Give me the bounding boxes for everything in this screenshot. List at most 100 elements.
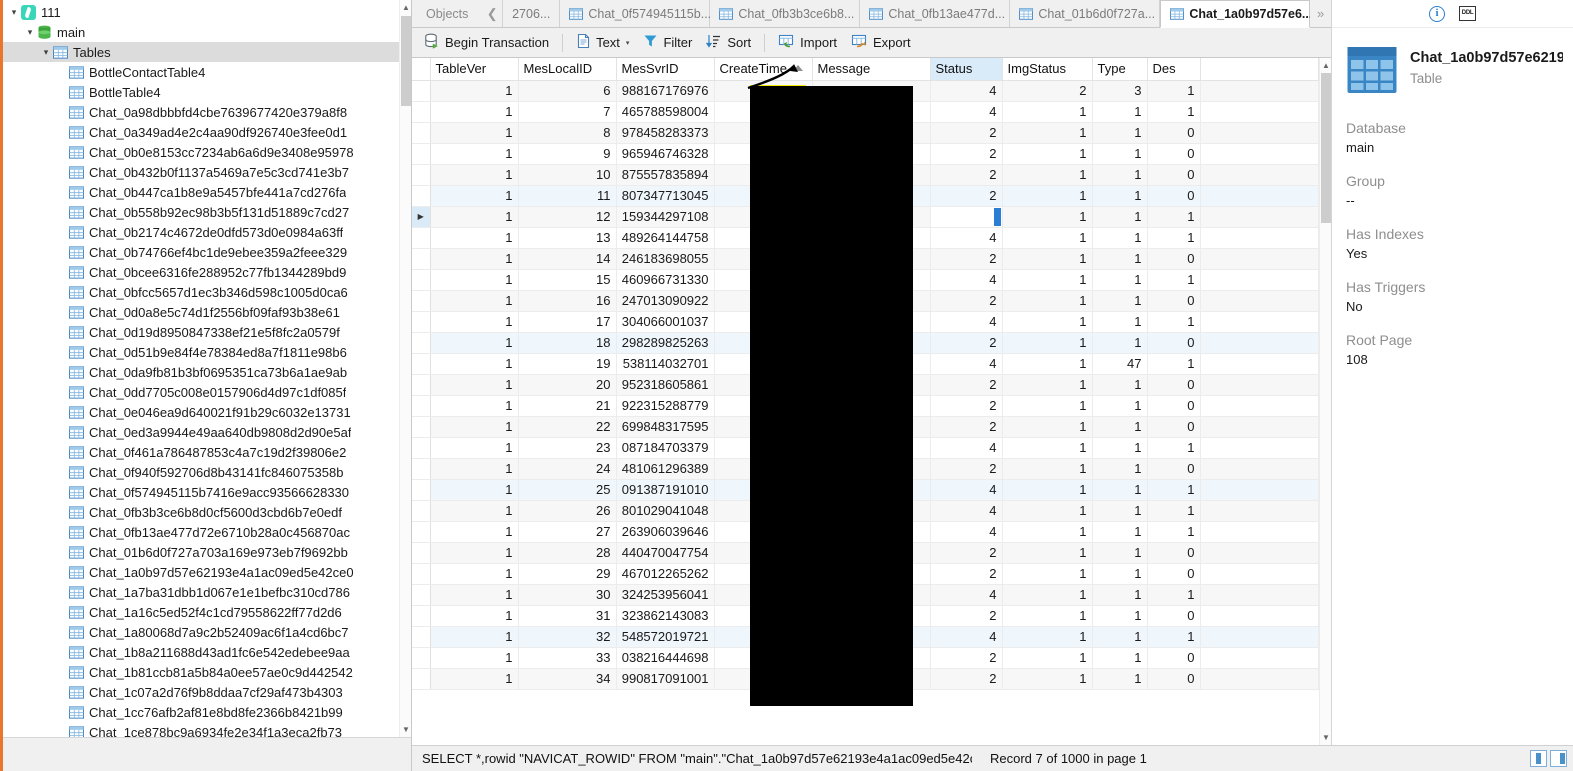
table-cell[interactable]: 1	[1002, 143, 1093, 165]
table-cell[interactable]: 1	[1002, 605, 1093, 627]
table-cell[interactable]: 4	[930, 521, 1003, 543]
row-indicator[interactable]	[412, 584, 431, 606]
table-cell[interactable]: 1	[1092, 248, 1148, 270]
tree-item[interactable]: Chat_0b432b0f1137a5469a7e5c3cd741e3b7	[3, 162, 411, 182]
table-cell[interactable]: 1	[1002, 479, 1093, 501]
table-cell[interactable]: 1	[1002, 122, 1093, 144]
table-cell[interactable]: 4	[930, 80, 1003, 102]
table-cell[interactable]: 0	[1147, 164, 1201, 186]
table-cell[interactable]: 22	[518, 416, 617, 438]
begin-transaction-button[interactable]: Begin Transaction	[418, 31, 555, 55]
row-indicator[interactable]	[412, 248, 431, 270]
tree-item[interactable]: Chat_0a349ad4e2c4aa90df926740e3fee0d1	[3, 122, 411, 142]
table-cell[interactable]: 1	[430, 584, 519, 606]
table-cell[interactable]: 1	[1092, 269, 1148, 291]
table-cell[interactable]: 24	[518, 458, 617, 480]
table-cell[interactable]: 14	[518, 248, 617, 270]
table-cell[interactable]: 11	[518, 185, 617, 207]
table-cell[interactable]: 460966731330	[616, 269, 715, 291]
table-cell[interactable]: 247013090922	[616, 290, 715, 312]
column-header[interactable]: TableVer	[430, 58, 519, 81]
export-button[interactable]: Export	[845, 31, 917, 55]
tab-scroll-left-icon[interactable]: ❮	[482, 0, 504, 27]
table-cell[interactable]: 1	[1092, 374, 1148, 396]
table-cell[interactable]: 1	[1002, 290, 1093, 312]
grid-toolbar[interactable]: Begin Transaction Text ▾ Filter Sort Imp…	[412, 28, 1331, 58]
column-header[interactable]: CreateTime	[714, 58, 813, 81]
table-cell[interactable]: 1	[1002, 668, 1093, 690]
table-cell[interactable]: 1	[1092, 332, 1148, 354]
tree-item[interactable]: Chat_1a0b97d57e62193e4a1ac09ed5e42ce0	[3, 562, 411, 582]
table-cell[interactable]: 1	[430, 563, 519, 585]
row-indicator[interactable]	[412, 458, 431, 480]
table-cell[interactable]: 1	[1002, 521, 1093, 543]
grid-scroll-up-icon[interactable]: ▲	[1320, 58, 1331, 73]
chevron-down-icon[interactable]: ▾	[23, 22, 37, 42]
table-cell[interactable]: 538114032701	[616, 353, 715, 375]
database-tree[interactable]: ▾ 111 ▾ main ▾ Tables BottleContactTable4 Bottl…	[3, 0, 411, 754]
table-cell[interactable]: 1	[1002, 374, 1093, 396]
table-cell[interactable]: 1	[430, 185, 519, 207]
row-indicator[interactable]	[412, 416, 431, 438]
table-cell[interactable]: 1	[430, 248, 519, 270]
table-cell[interactable]: 0	[1147, 374, 1201, 396]
table-cell[interactable]: 0	[1147, 185, 1201, 207]
row-indicator[interactable]	[412, 521, 431, 543]
info-icon[interactable]: i	[1429, 5, 1445, 22]
table-cell[interactable]: 32	[518, 626, 617, 648]
table-cell[interactable]: 1	[430, 122, 519, 144]
table-cell[interactable]: 1	[1092, 458, 1148, 480]
table-cell[interactable]: 1	[1002, 332, 1093, 354]
table-cell[interactable]: 1	[1147, 584, 1201, 606]
table-cell[interactable]: 1	[1002, 416, 1093, 438]
editor-tab[interactable]: Chat_0f574945115b...	[560, 0, 711, 27]
table-cell[interactable]: 548572019721	[616, 626, 715, 648]
table-cell[interactable]: 25	[518, 479, 617, 501]
grid-scroll-down-icon[interactable]: ▼	[1320, 730, 1331, 745]
table-cell[interactable]: 965946746328	[616, 143, 715, 165]
table-cell[interactable]: 087184703379	[616, 437, 715, 459]
tree-item[interactable]: Chat_01b6d0f727a703a169e973eb7f9692bb	[3, 542, 411, 562]
table-cell[interactable]: 1	[1092, 206, 1148, 228]
sort-button[interactable]: Sort	[700, 31, 757, 55]
table-cell[interactable]: 091387191010	[616, 479, 715, 501]
table-cell[interactable]: 807347713045	[616, 185, 715, 207]
tree-item[interactable]: Chat_0b558b92ec98b3b5f131d51889c7cd27	[3, 202, 411, 222]
table-cell[interactable]: 988167176976	[616, 80, 715, 102]
table-cell[interactable]: 4	[930, 584, 1003, 606]
row-indicator[interactable]	[412, 290, 431, 312]
table-cell[interactable]: 2	[930, 122, 1003, 144]
table-cell[interactable]: 4	[930, 101, 1003, 123]
toggle-left-pane-icon[interactable]	[1530, 750, 1547, 767]
tree-item[interactable]: ▾ 111	[3, 2, 411, 22]
table-cell[interactable]: 699848317595	[616, 416, 715, 438]
row-indicator[interactable]	[412, 542, 431, 564]
table-cell[interactable]: 875557835894	[616, 164, 715, 186]
filter-button[interactable]: Filter	[637, 31, 698, 55]
table-cell[interactable]: 1	[430, 332, 519, 354]
table-cell[interactable]: 34	[518, 668, 617, 690]
table-cell[interactable]: 4	[930, 437, 1003, 459]
tree-item[interactable]: Chat_0f574945115b7416e9acc93566628330	[3, 482, 411, 502]
table-cell[interactable]: 1	[430, 311, 519, 333]
table-cell[interactable]: 2	[930, 164, 1003, 186]
tree-item[interactable]: Chat_1a80068d7a9c2b52409ac6f1a4cd6bc7	[3, 622, 411, 642]
tree-item[interactable]: BottleContactTable4	[3, 62, 411, 82]
row-indicator[interactable]: ▶	[412, 206, 431, 228]
row-indicator[interactable]	[412, 185, 431, 207]
table-cell[interactable]: 2	[930, 668, 1003, 690]
editor-tab[interactable]: Chat_1a0b97d57e6...	[1160, 0, 1312, 28]
column-header[interactable]: Des	[1147, 58, 1201, 81]
tree-item[interactable]: Chat_0da9fb81b3bf0695351ca73b6a1ae9ab	[3, 362, 411, 382]
row-indicator[interactable]	[412, 374, 431, 396]
table-cell[interactable]: 2	[930, 332, 1003, 354]
table-cell[interactable]: 0	[1147, 563, 1201, 585]
tree-item[interactable]: Chat_0a98dbbbfd4cbe7639677420e379a8f8	[3, 102, 411, 122]
table-cell[interactable]: 1	[1092, 626, 1148, 648]
tree-item[interactable]: Chat_1b81ccb81a5b84a0ee57ae0c9d442542	[3, 662, 411, 682]
table-cell[interactable]: 1	[1147, 101, 1201, 123]
table-cell[interactable]: 952318605861	[616, 374, 715, 396]
row-indicator[interactable]	[412, 353, 431, 375]
table-cell[interactable]: 19	[518, 353, 617, 375]
table-cell[interactable]: 1	[1002, 542, 1093, 564]
